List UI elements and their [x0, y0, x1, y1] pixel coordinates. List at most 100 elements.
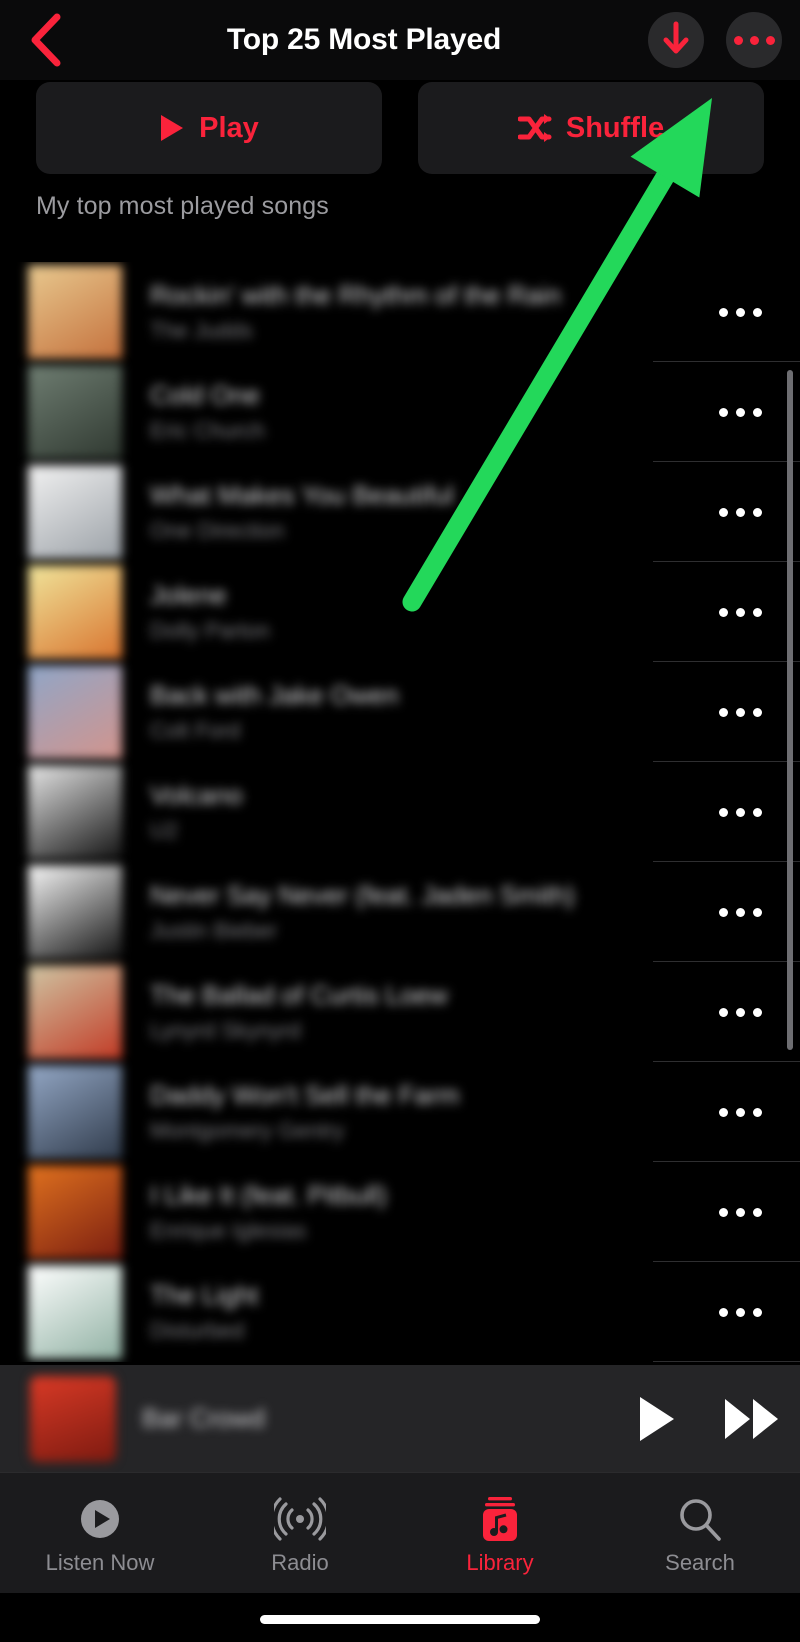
play-button-label: Play — [199, 111, 259, 144]
song-title: The Ballad of Curtis Loew — [150, 980, 448, 1010]
shuffle-button[interactable]: Shuffle — [418, 82, 764, 174]
back-button[interactable] — [0, 0, 90, 80]
album-artwork — [28, 965, 122, 1059]
download-button[interactable] — [648, 12, 704, 68]
tab-library[interactable]: Library — [400, 1473, 600, 1593]
tab-search[interactable]: Search — [600, 1473, 800, 1593]
tab-bar: Listen Now Radio Library Search — [0, 1472, 800, 1593]
song-more-button[interactable] — [680, 507, 800, 517]
song-artist: The Judds — [150, 318, 253, 343]
song-artist: Dolly Parton — [150, 618, 270, 643]
song-more-button[interactable] — [680, 1007, 800, 1017]
mini-player-next-button[interactable] — [704, 1395, 800, 1443]
broadcast-icon — [274, 1496, 326, 1541]
song-text: Volcano U2 — [150, 780, 680, 844]
mini-player-artwork — [30, 1375, 116, 1462]
play-icon — [159, 113, 185, 143]
song-text: Never Say Never (feat. Jaden Smith) Justi… — [150, 880, 680, 944]
mini-player-title: Bar Crowd — [142, 1403, 265, 1433]
tab-label: Radio — [271, 1549, 329, 1575]
album-artwork — [28, 865, 122, 959]
song-artist: Lynyrd Skynyrd — [150, 1018, 301, 1043]
song-title: Back with Jake Owen — [150, 680, 399, 710]
song-more-button[interactable] — [680, 407, 800, 417]
search-icon — [677, 1497, 723, 1541]
album-artwork — [28, 765, 122, 859]
song-title: What Makes You Beautiful — [150, 480, 454, 510]
song-row[interactable]: Cold One Eric Church — [0, 362, 800, 462]
more-button[interactable] — [726, 12, 782, 68]
song-list[interactable]: Rockin' with the Rhythm of the Rain The J… — [0, 262, 800, 1362]
song-artist: Eric Church — [150, 418, 265, 443]
tab-listen-now[interactable]: Listen Now — [0, 1473, 200, 1593]
home-indicator — [260, 1615, 540, 1624]
song-more-button[interactable] — [680, 1307, 800, 1317]
album-artwork — [28, 365, 122, 459]
song-more-button[interactable] — [680, 307, 800, 317]
song-text: The Light Disturbed — [150, 1280, 680, 1344]
album-artwork — [28, 1265, 122, 1359]
song-text: Jolene Dolly Parton — [150, 580, 680, 644]
song-row[interactable]: I Like It (feat. Pitbull) Enrique Iglesia… — [0, 1162, 800, 1262]
ellipsis-icon — [733, 35, 775, 45]
song-text: The Ballad of Curtis Loew Lynyrd Skynyrd — [150, 980, 680, 1044]
play-button[interactable]: Play — [36, 82, 382, 174]
song-more-button[interactable] — [680, 807, 800, 817]
mini-player-play-button[interactable] — [608, 1394, 704, 1444]
song-text: What Makes You Beautiful One Direction — [150, 480, 680, 544]
album-artwork — [28, 1065, 122, 1159]
song-row[interactable]: Back with Jake Owen Colt Ford — [0, 662, 800, 762]
song-artist: Colt Ford — [150, 718, 241, 743]
navigation-bar: Top 25 Most Played — [0, 0, 800, 80]
album-artwork — [28, 1165, 122, 1259]
song-title: Jolene — [150, 580, 227, 610]
song-more-button[interactable] — [680, 1107, 800, 1117]
song-artist: Disturbed — [150, 1318, 245, 1343]
library-icon — [479, 1496, 521, 1541]
song-more-button[interactable] — [680, 907, 800, 917]
song-title: The Light — [150, 1280, 259, 1310]
song-row[interactable]: Volcano U2 — [0, 762, 800, 862]
song-artist: Montgomery Gentry — [150, 1118, 345, 1143]
song-artist: One Direction — [150, 518, 285, 543]
chevron-left-icon — [28, 13, 62, 67]
song-artist: U2 — [150, 818, 179, 843]
song-row[interactable]: Jolene Dolly Parton — [0, 562, 800, 662]
album-artwork — [28, 265, 122, 359]
page-title: Top 25 Most Played — [226, 23, 502, 56]
song-title: Volcano — [150, 780, 243, 810]
download-arrow-icon — [661, 21, 691, 60]
song-text: I Like It (feat. Pitbull) Enrique Iglesia… — [150, 1180, 680, 1244]
song-row[interactable]: Rockin' with the Rhythm of the Rain The J… — [0, 262, 800, 362]
song-artist: Enrique Iglesias — [150, 1218, 307, 1243]
song-text: Daddy Won't Sell the Farm Montgomery Gent… — [150, 1080, 680, 1144]
tab-label: Listen Now — [45, 1549, 155, 1575]
song-title: Daddy Won't Sell the Farm — [150, 1080, 460, 1110]
tab-label: Library — [466, 1549, 534, 1575]
song-artist: Justin Bieber — [150, 918, 278, 943]
song-text: Cold One Eric Church — [150, 380, 680, 444]
play-icon — [635, 1394, 677, 1444]
mini-player[interactable]: Bar Crowd — [0, 1365, 800, 1472]
album-artwork — [28, 565, 122, 659]
song-row[interactable]: The Ballad of Curtis Loew Lynyrd Skynyrd — [0, 962, 800, 1062]
list-scrollbar[interactable] — [787, 370, 793, 1050]
song-more-button[interactable] — [680, 707, 800, 717]
song-row[interactable]: Never Say Never (feat. Jaden Smith) Justi… — [0, 862, 800, 962]
playlist-description: My top most played songs — [36, 192, 329, 220]
song-row[interactable]: Daddy Won't Sell the Farm Montgomery Gent… — [0, 1062, 800, 1162]
action-bar: Play Shuffle — [0, 82, 800, 174]
song-title: Cold One — [150, 380, 260, 410]
tab-radio[interactable]: Radio — [200, 1473, 400, 1593]
tab-label: Search — [665, 1549, 735, 1575]
album-artwork — [28, 465, 122, 559]
fast-forward-icon — [722, 1395, 782, 1443]
song-more-button[interactable] — [680, 607, 800, 617]
song-title: Never Say Never (feat. Jaden Smith) — [150, 880, 575, 910]
play-circle-icon — [78, 1497, 122, 1541]
song-row[interactable]: The Light Disturbed — [0, 1262, 800, 1362]
song-row[interactable]: What Makes You Beautiful One Direction — [0, 462, 800, 562]
song-more-button[interactable] — [680, 1207, 800, 1217]
shuffle-icon — [517, 113, 552, 143]
song-text: Back with Jake Owen Colt Ford — [150, 680, 680, 744]
